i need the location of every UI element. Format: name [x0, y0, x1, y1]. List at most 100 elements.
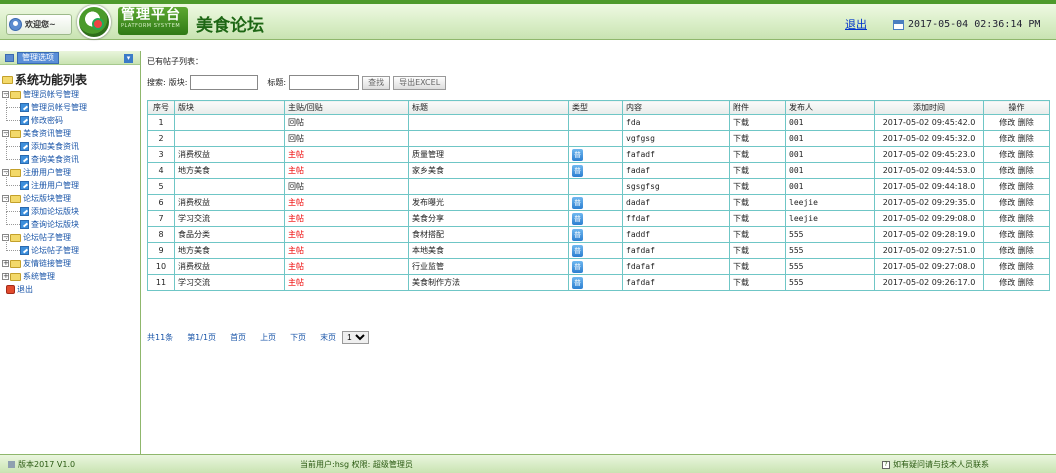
- content-cell: sgsgfsg: [622, 178, 730, 195]
- edit-link[interactable]: 修改: [999, 150, 1015, 159]
- logout-link[interactable]: 退出: [845, 16, 867, 32]
- last-page-link[interactable]: 末页: [320, 332, 336, 343]
- row-number-cell: 8: [147, 226, 175, 243]
- sidebar-item-exit[interactable]: 退出: [2, 283, 140, 296]
- sidebar-item[interactable]: 添加论坛版块: [2, 199, 140, 218]
- edit-link[interactable]: 修改: [999, 198, 1015, 207]
- type-cell: 普: [568, 146, 623, 163]
- delete-link[interactable]: 删除: [1018, 230, 1034, 239]
- welcome-badge[interactable]: 欢迎您~: [6, 14, 72, 35]
- sidebar-group[interactable]: − 论坛版块管理: [2, 192, 140, 205]
- row-number-cell: 9: [147, 242, 175, 259]
- table-row[interactable]: 6 消费权益 主帖 发布曝光普 dadaf 下载 leejie 2017-05-02 09:2…: [147, 194, 1050, 211]
- actions-cell: 修改 删除: [983, 146, 1050, 163]
- tree-root-label: 系统功能列表: [15, 73, 88, 87]
- sidebar-item[interactable]: 添加美食资讯: [2, 134, 140, 153]
- search-button[interactable]: 查找: [362, 75, 391, 90]
- delete-link[interactable]: 删除: [1018, 262, 1034, 271]
- attachment-download-link[interactable]: 下载: [729, 242, 786, 259]
- edit-link[interactable]: 修改: [999, 246, 1015, 255]
- delete-link[interactable]: 删除: [1018, 246, 1034, 255]
- sidebar-group[interactable]: − 管理员帐号管理: [2, 88, 140, 101]
- sidebar-item[interactable]: 查询论坛版块: [2, 212, 140, 231]
- sidebar-item[interactable]: 修改密码: [2, 108, 140, 127]
- edit-link[interactable]: 修改: [999, 262, 1015, 271]
- title-cell: 质量管理: [408, 146, 569, 163]
- type-cell: [568, 130, 623, 147]
- edit-link[interactable]: 修改: [999, 134, 1015, 143]
- attachment-download-link[interactable]: 下载: [729, 114, 786, 131]
- edit-link[interactable]: 修改: [999, 230, 1015, 239]
- sidebar-group[interactable]: − 美食资讯管理: [2, 127, 140, 140]
- table-row[interactable]: 1 回帖 fda 下载 001 2017-05-02 09:45:42.0 修改 删除: [147, 114, 1050, 131]
- attachment-download-link[interactable]: 下载: [729, 162, 786, 179]
- sidebar-group[interactable]: − 注册用户管理: [2, 166, 140, 179]
- sidebar-group[interactable]: − 论坛帖子管理: [2, 231, 140, 244]
- page-select[interactable]: 1: [342, 331, 370, 344]
- delete-link[interactable]: 删除: [1018, 150, 1034, 159]
- table-row[interactable]: 4 地方美食 主帖 家乡美食普 fadaf 下载 001 2017-05-02 09:44:5…: [147, 162, 1050, 179]
- sidebar-item-label: 友情链接管理: [23, 259, 71, 268]
- type-cell: [568, 178, 623, 195]
- table-row[interactable]: 7 学习交流 主帖 美食分享普 ffdaf 下载 leejie 2017-05-02 09:2…: [147, 210, 1050, 227]
- attachment-download-link[interactable]: 下载: [729, 210, 786, 227]
- author-cell: 001: [785, 130, 875, 147]
- board-search-input[interactable]: [190, 75, 259, 90]
- sidebar-header-label[interactable]: 管理选项: [17, 51, 59, 64]
- tree-connector: [6, 212, 20, 225]
- content-cell: fdafaf: [622, 258, 730, 275]
- table-row[interactable]: 11 学习交流 主帖 美食制作方法普 fafdaf 下载 555 2017-05-02 09:…: [147, 274, 1050, 291]
- delete-link[interactable]: 删除: [1018, 214, 1034, 223]
- export-excel-button[interactable]: 导出EXCEL: [393, 75, 447, 90]
- sidebar-item[interactable]: 管理员帐号管理: [2, 95, 140, 114]
- help-text: 如有疑问请与技术人员联系: [893, 460, 989, 469]
- sidebar-item[interactable]: 查询美食资讯: [2, 147, 140, 166]
- delete-link[interactable]: 删除: [1018, 134, 1034, 143]
- edit-link[interactable]: 修改: [999, 214, 1015, 223]
- tree-root[interactable]: 系统功能列表: [2, 71, 140, 88]
- delete-link[interactable]: 删除: [1018, 166, 1034, 175]
- board-cell: 消费权益: [174, 146, 285, 163]
- content-cell: ffdaf: [622, 210, 730, 227]
- table-row[interactable]: 10 消费权益 主帖 行业监管普 fdafaf 下载 555 2017-05-02 09:27…: [147, 258, 1050, 275]
- attachment-download-link[interactable]: 下载: [729, 258, 786, 275]
- expand-toggle-icon[interactable]: +: [2, 273, 9, 280]
- table-row[interactable]: 3 消费权益 主帖 质量管理普 fafadf 下载 001 2017-05-02 09:45:…: [147, 146, 1050, 163]
- expand-toggle-icon[interactable]: +: [2, 260, 9, 267]
- sidebar-group[interactable]: + 系统管理: [2, 270, 140, 283]
- attachment-download-link[interactable]: 下载: [729, 130, 786, 147]
- attachment-download-link[interactable]: 下载: [729, 194, 786, 211]
- first-page-link[interactable]: 首页: [230, 332, 246, 343]
- edit-link[interactable]: 修改: [999, 182, 1015, 191]
- edit-link[interactable]: 修改: [999, 278, 1015, 287]
- attachment-download-link[interactable]: 下载: [729, 146, 786, 163]
- sidebar-item[interactable]: 注册用户管理: [2, 173, 140, 192]
- column-header: 主贴/回贴: [284, 100, 409, 115]
- table-row[interactable]: 9 地方美食 主帖 本地美食普 fafdaf 下载 555 2017-05-02 09:27:…: [147, 242, 1050, 259]
- table-row[interactable]: 8 食品分类 主帖 食材搭配普 faddf 下载 555 2017-05-02 09:28:1…: [147, 226, 1050, 243]
- post-kind-cell: 主帖: [284, 194, 409, 211]
- tree-connector: [6, 108, 20, 121]
- time-cell: 2017-05-02 09:29:35.0: [874, 194, 984, 211]
- next-page-link[interactable]: 下页: [290, 332, 306, 343]
- title-cell: 行业监管: [408, 258, 569, 275]
- delete-link[interactable]: 删除: [1018, 278, 1034, 287]
- attachment-download-link[interactable]: 下载: [729, 178, 786, 195]
- delete-link[interactable]: 删除: [1018, 182, 1034, 191]
- sidebar-group[interactable]: + 友情链接管理: [2, 257, 140, 270]
- attachment-download-link[interactable]: 下载: [729, 226, 786, 243]
- column-header: 标题: [408, 100, 569, 115]
- time-cell: 2017-05-02 09:45:23.0: [874, 146, 984, 163]
- edit-link[interactable]: 修改: [999, 118, 1015, 127]
- table-row[interactable]: 2 回帖 vgfgsg 下载 001 2017-05-02 09:45:32.0 修改 删除: [147, 130, 1050, 147]
- edit-link[interactable]: 修改: [999, 166, 1015, 175]
- attachment-download-link[interactable]: 下载: [729, 274, 786, 291]
- prev-page-link[interactable]: 上页: [260, 332, 276, 343]
- collapse-icon[interactable]: ▾: [124, 54, 133, 63]
- delete-link[interactable]: 删除: [1018, 198, 1034, 207]
- sidebar-item[interactable]: 论坛帖子管理: [2, 238, 140, 257]
- post-kind-cell: 主帖: [284, 162, 409, 179]
- delete-link[interactable]: 删除: [1018, 118, 1034, 127]
- table-row[interactable]: 5 回帖 sgsgfsg 下载 001 2017-05-02 09:44:18.0 修改 删…: [147, 178, 1050, 195]
- title-search-input[interactable]: [289, 75, 360, 90]
